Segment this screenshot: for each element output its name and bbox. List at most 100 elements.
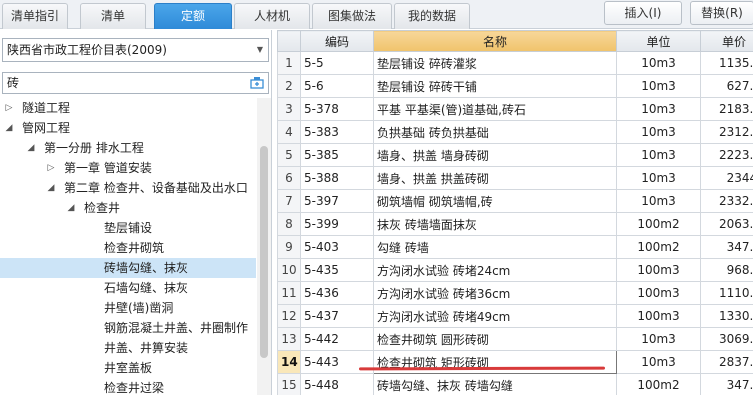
- price-cell[interactable]: 347.8: [700, 235, 753, 259]
- tree-item[interactable]: ▷ 第一章 管道安装: [0, 158, 256, 178]
- unit-cell[interactable]: 10m3: [616, 189, 701, 213]
- unit-cell[interactable]: 10m3: [616, 97, 701, 121]
- code-cell[interactable]: 5-399: [300, 212, 374, 236]
- price-cell[interactable]: 3069.4: [700, 327, 753, 351]
- name-cell[interactable]: 方沟闭水试验 砖堵49cm: [373, 304, 617, 328]
- tree-item[interactable]: ▷ 隧道工程: [0, 98, 256, 118]
- name-cell[interactable]: 方沟闭水试验 砖堵24cm: [373, 258, 617, 282]
- tab-labor-material[interactable]: 人材机: [234, 3, 310, 29]
- unit-cell[interactable]: 100m2: [616, 373, 701, 395]
- price-cell[interactable]: 2183.8: [700, 97, 753, 121]
- name-cell[interactable]: 垫层铺设 碎砖灌浆: [373, 51, 617, 75]
- code-cell[interactable]: 5-436: [300, 281, 374, 305]
- table-row[interactable]: 115-436方沟闭水试验 砖堵36cm100m31110.0: [277, 281, 753, 305]
- code-cell[interactable]: 5-448: [300, 373, 374, 395]
- price-cell[interactable]: 968.7: [700, 258, 753, 282]
- name-cell[interactable]: 墙身、拱盖 墙身砖砌: [373, 143, 617, 167]
- name-cell[interactable]: 勾缝 砖墙: [373, 235, 617, 259]
- table-row[interactable]: 25-6垫层铺设 碎砖干铺10m3627.1: [277, 74, 753, 98]
- code-cell[interactable]: 5-6: [300, 74, 374, 98]
- name-cell[interactable]: 墙身、拱盖 拱盖砖砌: [373, 166, 617, 190]
- code-cell[interactable]: 5-383: [300, 120, 374, 144]
- code-cell[interactable]: 5-403: [300, 235, 374, 259]
- code-cell[interactable]: 5-435: [300, 258, 374, 282]
- collapse-arrow-icon[interactable]: ◢: [66, 198, 76, 218]
- name-header[interactable]: 名称: [373, 30, 617, 52]
- unit-cell[interactable]: 10m3: [616, 74, 701, 98]
- unit-cell[interactable]: 100m3: [616, 258, 701, 282]
- price-cell[interactable]: 1330.0: [700, 304, 753, 328]
- tree-item[interactable]: ◢ 检查井: [0, 198, 256, 218]
- tab-my-data[interactable]: 我的数据: [394, 3, 470, 29]
- code-cell[interactable]: 5-388: [300, 166, 374, 190]
- expand-arrow-icon[interactable]: ▷: [46, 158, 56, 178]
- table-row[interactable]: 155-448砖墙勾缝、抹灰 砖墙勾缝100m2347.8: [277, 373, 753, 395]
- price-cell[interactable]: 627.1: [700, 74, 753, 98]
- table-row[interactable]: 35-378平基 平基渠(管)道基础,砖石10m32183.8: [277, 97, 753, 121]
- tree-scrollbar[interactable]: [257, 98, 271, 395]
- price-cell[interactable]: 2344.: [700, 166, 753, 190]
- price-cell[interactable]: 1110.0: [700, 281, 753, 305]
- unit-cell[interactable]: 10m3: [616, 51, 701, 75]
- search-input[interactable]: 砖: [2, 72, 269, 94]
- table-row[interactable]: 125-437方沟闭水试验 砖堵49cm100m31330.0: [277, 304, 753, 328]
- collapse-arrow-icon[interactable]: ◢: [46, 178, 56, 198]
- name-cell[interactable]: 砖墙勾缝、抹灰 砖墙勾缝: [373, 373, 617, 395]
- tree-item[interactable]: 井室盖板: [0, 358, 256, 378]
- scrollbar-thumb[interactable]: [260, 146, 268, 358]
- table-row[interactable]: 105-435方沟闭水试验 砖堵24cm100m3968.7: [277, 258, 753, 282]
- replace-button[interactable]: 替换(R): [690, 1, 753, 25]
- library-select[interactable]: 陕西省市政工程价目表(2009) ▼: [2, 38, 269, 62]
- name-cell[interactable]: 平基 平基渠(管)道基础,砖石: [373, 97, 617, 121]
- table-row[interactable]: 95-403勾缝 砖墙100m2347.8: [277, 235, 753, 259]
- price-cell[interactable]: 2312.7: [700, 120, 753, 144]
- tree-item[interactable]: 垫层铺设: [0, 218, 256, 238]
- collapse-arrow-icon[interactable]: ◢: [4, 118, 14, 138]
- price-cell[interactable]: 2063.7: [700, 212, 753, 236]
- table-row[interactable]: 65-388墙身、拱盖 拱盖砖砌10m32344.: [277, 166, 753, 190]
- price-cell[interactable]: 2837.8: [700, 350, 753, 374]
- unit-cell[interactable]: 10m3: [616, 120, 701, 144]
- name-cell[interactable]: 抹灰 砖墙墙面抹灰: [373, 212, 617, 236]
- tree-item[interactable]: 井盖、井箅安装: [0, 338, 256, 358]
- price-cell[interactable]: 2332.4: [700, 189, 753, 213]
- price-cell[interactable]: 347.8: [700, 373, 753, 395]
- collapse-arrow-icon[interactable]: ◢: [26, 138, 36, 158]
- tree-item[interactable]: 检查井砌筑: [0, 238, 256, 258]
- unit-cell[interactable]: 10m3: [616, 350, 701, 374]
- name-cell[interactable]: 负拱基础 砖负拱基础: [373, 120, 617, 144]
- unit-cell[interactable]: 100m3: [616, 304, 701, 328]
- table-row[interactable]: 75-397砌筑墙帽 砌筑墙帽,砖10m32332.4: [277, 189, 753, 213]
- unit-cell[interactable]: 10m3: [616, 166, 701, 190]
- name-cell[interactable]: 方沟闭水试验 砖堵36cm: [373, 281, 617, 305]
- unit-cell[interactable]: 100m2: [616, 235, 701, 259]
- expand-arrow-icon[interactable]: ▷: [4, 98, 14, 118]
- table-row[interactable]: 45-383负拱基础 砖负拱基础10m32312.7: [277, 120, 753, 144]
- name-cell[interactable]: 砌筑墙帽 砌筑墙帽,砖: [373, 189, 617, 213]
- tree-item[interactable]: ◢ 第一分册 排水工程: [0, 138, 256, 158]
- tree-item[interactable]: 检查井过梁: [0, 378, 256, 395]
- price-cell[interactable]: 1135.6: [700, 51, 753, 75]
- tree-item[interactable]: ◢ 第二章 检查井、设备基础及出水口: [0, 178, 256, 198]
- name-cell[interactable]: 垫层铺设 碎砖干铺: [373, 74, 617, 98]
- table-row[interactable]: 85-399抹灰 砖墙墙面抹灰100m22063.7: [277, 212, 753, 236]
- code-cell[interactable]: 5-437: [300, 304, 374, 328]
- insert-button[interactable]: 插入(I): [604, 1, 682, 25]
- code-cell[interactable]: 5-5: [300, 51, 374, 75]
- code-cell[interactable]: 5-385: [300, 143, 374, 167]
- tree-item[interactable]: 石墙勾缝、抹灰: [0, 278, 256, 298]
- tab-quota[interactable]: 定额: [154, 3, 232, 29]
- tab-bill[interactable]: 清单: [80, 3, 146, 29]
- unit-cell[interactable]: 10m3: [616, 143, 701, 167]
- tab-list-guide[interactable]: 清单指引: [2, 3, 68, 29]
- code-cell[interactable]: 5-442: [300, 327, 374, 351]
- tree-item[interactable]: ◢ 管网工程: [0, 118, 256, 138]
- table-row[interactable]: 145-443检查井砌筑 矩形砖砌10m32837.8: [277, 350, 753, 374]
- table-row[interactable]: 55-385墙身、拱盖 墙身砖砌10m32223.6: [277, 143, 753, 167]
- tree-item[interactable]: 井壁(墙)凿洞: [0, 298, 256, 318]
- unit-header[interactable]: 单位: [616, 30, 701, 52]
- code-cell[interactable]: 5-397: [300, 189, 374, 213]
- code-cell[interactable]: 5-378: [300, 97, 374, 121]
- unit-cell[interactable]: 100m2: [616, 212, 701, 236]
- locate-icon[interactable]: [249, 75, 265, 90]
